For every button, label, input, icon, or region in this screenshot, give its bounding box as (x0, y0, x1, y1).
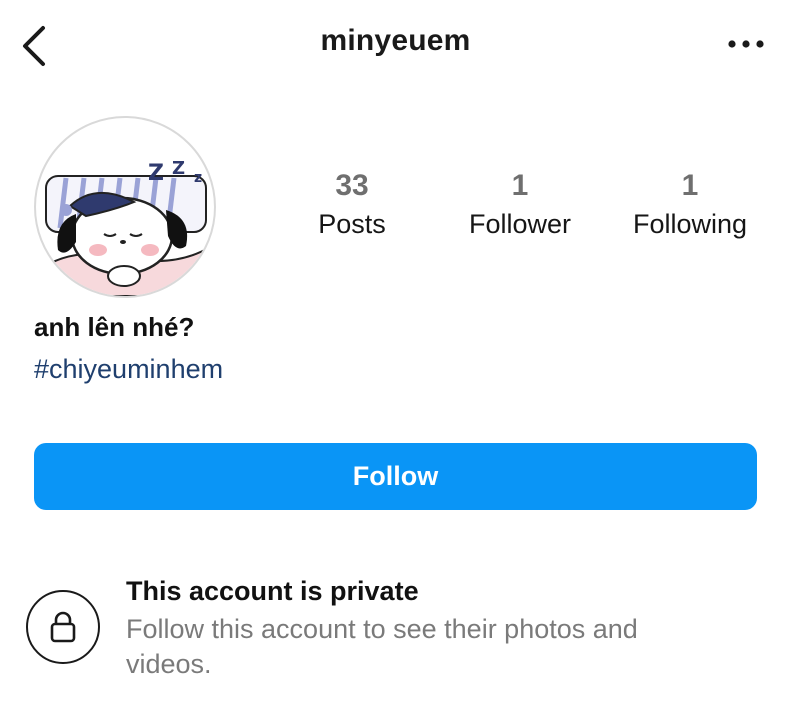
follow-button[interactable]: Follow (34, 443, 757, 510)
more-options-button[interactable] (718, 22, 774, 66)
stat-followers-count: 1 (511, 169, 529, 202)
stat-posts-count: 33 (335, 169, 369, 202)
sleeping-dog-avatar: Z Z z (41, 158, 213, 296)
stat-following-label: Following (632, 209, 748, 239)
avatar[interactable]: Z Z z (34, 116, 216, 298)
stat-followers[interactable]: 1 Follower (455, 168, 585, 244)
stat-following[interactable]: 1 Following (615, 168, 765, 244)
bio-name: anh lên nhé? (34, 312, 195, 342)
svg-text:z: z (194, 170, 202, 186)
profile-header: minyeuem (0, 0, 791, 90)
stat-following-count: 1 (681, 169, 699, 202)
private-account-description: Follow this account to see their photos … (126, 614, 638, 679)
stat-posts[interactable]: 33 Posts (300, 168, 404, 244)
lock-icon-badge (26, 590, 100, 664)
more-horizontal-icon (728, 40, 764, 48)
stat-followers-label: Follower (468, 209, 572, 239)
private-account-title: This account is private (126, 576, 419, 606)
stat-posts-label: Posts (318, 209, 386, 239)
svg-text:Z: Z (172, 158, 185, 179)
svg-text:Z: Z (148, 161, 164, 186)
lock-icon (50, 611, 76, 643)
page-title: minyeuem (320, 24, 471, 57)
bio-hashtag-link[interactable]: #chiyeuminhem (34, 354, 223, 385)
